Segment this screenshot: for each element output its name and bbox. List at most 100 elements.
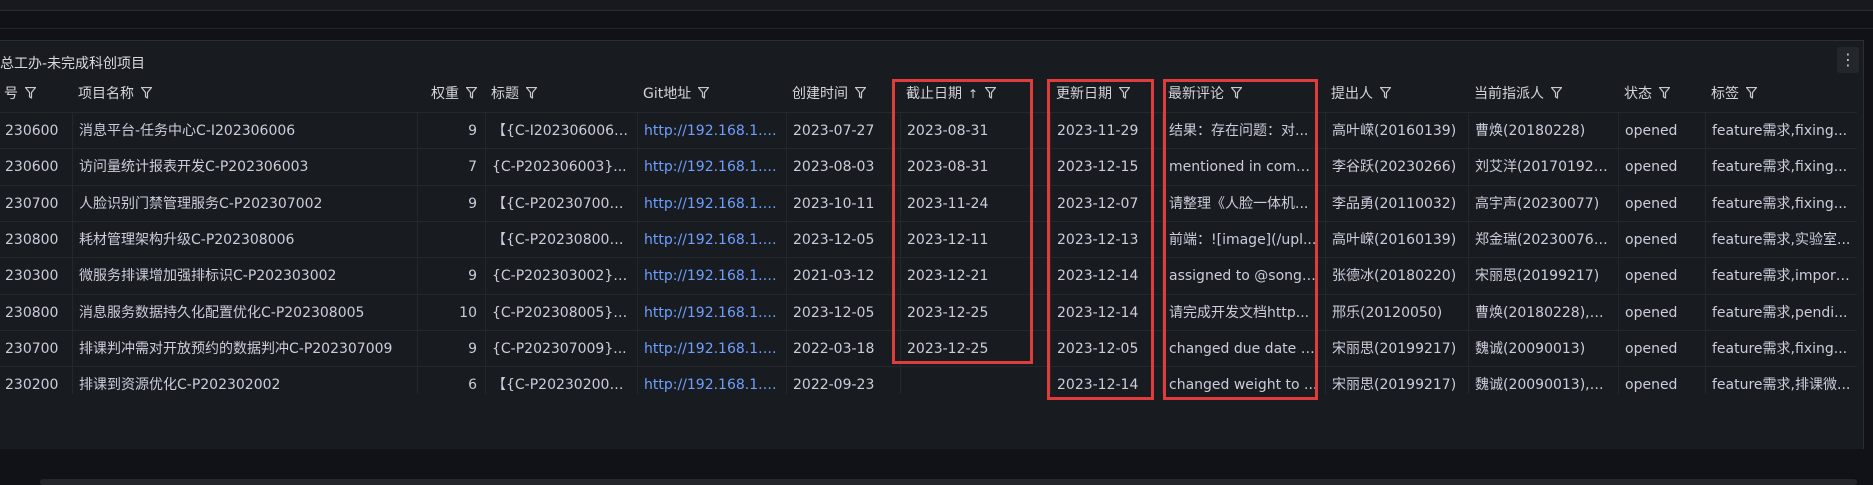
filter-icon[interactable]: [1659, 87, 1670, 99]
filter-icon[interactable]: [141, 87, 152, 99]
cell-created: 2022-09-23: [786, 367, 900, 394]
cell-due: 2023-12-25: [900, 330, 1050, 367]
divider: [0, 28, 1873, 29]
column-header-title[interactable]: 标题: [485, 76, 637, 112]
cell-due: 2023-08-31: [900, 149, 1050, 186]
table-panel: 总工办-未完成科创项目 ⋮ 号 项目名称 权重 标题 Git地址 创建时间 截止日期 ↑ 更新日…: [0, 40, 1864, 485]
cell-weight: 9: [417, 330, 483, 367]
cell-title: 【{C-P202302002...: [485, 367, 637, 394]
filter-icon[interactable]: [1380, 87, 1391, 99]
filter-icon[interactable]: [1231, 87, 1242, 99]
table-row[interactable]: 230300 微服务排课增加强排标识C-P202303002 9 {C-P202303…: [0, 257, 1857, 295]
cell-weight: 6: [417, 367, 483, 394]
cell-git[interactable]: http://192.168.1.13...: [637, 258, 786, 295]
cell-updated: 2023-12-05: [1050, 330, 1162, 367]
filter-icon[interactable]: [466, 87, 477, 99]
cell-proposer: 高叶嵘(20160139): [1325, 221, 1468, 258]
cell-git[interactable]: http://192.168.1.13...: [637, 113, 786, 149]
column-header-updated[interactable]: 更新日期: [1050, 76, 1162, 112]
cell-updated: 2023-11-29: [1050, 113, 1162, 149]
cell-updated: 2023-12-15: [1050, 149, 1162, 186]
cell-name: 排课到资源优化C-P202302002: [72, 367, 417, 394]
cell-assignee: 魏诚(20090013): [1468, 330, 1618, 367]
sort-ascending-icon[interactable]: ↑: [968, 87, 978, 101]
filter-icon[interactable]: [526, 87, 537, 99]
table-header: 号 项目名称 权重 标题 Git地址 创建时间 截止日期 ↑ 更新日期 最新评论 提出人 当前指派人 状…: [0, 76, 1857, 112]
cell-comment: changed due date t...: [1162, 330, 1325, 367]
cell-assignee: 郑金瑞(20230076)...: [1468, 221, 1618, 258]
table-row[interactable]: 230700 人脸识别门禁管理服务C-P202307002 9 【{C-P202307…: [0, 184, 1857, 222]
cell-weight: 9: [417, 113, 483, 149]
cell-status: opened: [1618, 330, 1705, 367]
column-header-weight[interactable]: 权重: [417, 76, 483, 112]
cell-assignee: 刘艾洋(20170192),...: [1468, 149, 1618, 186]
panel-menu-button[interactable]: ⋮: [1837, 47, 1859, 73]
cell-comment: mentioned in comm...: [1162, 149, 1325, 186]
cell-name: 耗材管理架构升级C-P202308006: [72, 221, 417, 258]
cell-title: {C-P202308005}8...: [485, 294, 637, 331]
cell-due: 2023-12-21: [900, 258, 1050, 295]
cell-git[interactable]: http://192.168.1.13...: [637, 330, 786, 367]
horizontal-scrollbar[interactable]: [40, 479, 1857, 485]
column-header-due[interactable]: 截止日期 ↑: [900, 76, 1050, 112]
data-table: 号 项目名称 权重 标题 Git地址 创建时间 截止日期 ↑ 更新日期 最新评论 提出人 当前指派人 状…: [0, 76, 1857, 394]
column-header-comment[interactable]: 最新评论: [1162, 76, 1325, 112]
cell-tags: feature需求,fixing...: [1705, 149, 1857, 186]
column-header-label: 状态: [1624, 86, 1652, 102]
cell-proposer: 李谷跃(20230266): [1325, 149, 1468, 186]
column-header-id[interactable]: 号: [0, 76, 70, 112]
cell-status: opened: [1618, 258, 1705, 295]
table-row[interactable]: 230200 排课到资源优化C-P202302002 6 【{C-P202302002…: [0, 366, 1857, 394]
cell-assignee: 高宇声(20230077): [1468, 185, 1618, 222]
cell-git[interactable]: http://192.168.1.13...: [637, 221, 786, 258]
table-row[interactable]: 230700 排课判冲需对开放预约的数据判冲C-P202307009 9 {C-P20…: [0, 329, 1857, 367]
cell-comment: 前端：![image](/upl...: [1162, 221, 1325, 258]
cell-updated: 2023-12-13: [1050, 221, 1162, 258]
cell-created: 2023-10-11: [786, 185, 900, 222]
column-header-git[interactable]: Git地址: [637, 76, 786, 112]
cell-tags: feature需求,排课微...: [1705, 367, 1857, 394]
column-header-label: Git地址: [643, 86, 692, 102]
cell-title: 【{C-P202308006...: [485, 221, 637, 258]
table-row[interactable]: 230800 耗材管理架构升级C-P202308006 【{C-P202308006…: [0, 220, 1857, 258]
cell-name: 排课判冲需对开放预约的数据判冲C-P202307009: [72, 330, 417, 367]
column-header-tags[interactable]: 标签: [1705, 76, 1857, 112]
column-header-assignee[interactable]: 当前指派人: [1468, 76, 1618, 112]
cell-proposer: 宋丽思(20199217): [1325, 330, 1468, 367]
column-header-status[interactable]: 状态: [1618, 76, 1705, 112]
table-row[interactable]: 230800 消息服务数据持久化配置优化C-P202308005 10 {C-P202…: [0, 293, 1857, 331]
filter-icon[interactable]: [1746, 87, 1757, 99]
cell-created: 2023-08-03: [786, 149, 900, 186]
cell-id: 230800: [0, 222, 70, 258]
cell-title: {C-P202303002}-...: [485, 258, 637, 295]
cell-git[interactable]: http://192.168.1.13...: [637, 149, 786, 186]
column-header-label: 创建时间: [792, 86, 848, 102]
cell-git[interactable]: http://192.168.1.13...: [637, 294, 786, 331]
column-header-created[interactable]: 创建时间: [786, 76, 900, 112]
column-header-proposer[interactable]: 提出人: [1325, 76, 1468, 112]
cell-git[interactable]: http://192.168.1.13...: [637, 185, 786, 222]
cell-weight: 9: [417, 258, 483, 295]
column-header-name[interactable]: 项目名称: [72, 76, 417, 112]
table-row[interactable]: 230600 访问量统计报表开发C-P202306003 7 {C-P20230600…: [0, 148, 1857, 186]
cell-id: 230700: [0, 186, 70, 222]
cell-weight: 10: [417, 294, 483, 331]
cell-id: 230800: [0, 295, 70, 331]
table-row[interactable]: 230600 消息平台-任务中心C-I202306006 9 【{C-I2023060…: [0, 112, 1857, 149]
cell-created: 2023-12-05: [786, 294, 900, 331]
cell-weight: [417, 221, 483, 258]
filter-icon[interactable]: [1119, 87, 1130, 99]
filter-icon[interactable]: [698, 87, 710, 99]
filter-icon[interactable]: [985, 87, 997, 99]
cell-comment: 结果：存在问题：对...: [1162, 113, 1325, 149]
cell-status: opened: [1618, 221, 1705, 258]
cell-name: 访问量统计报表开发C-P202306003: [72, 149, 417, 186]
cell-name: 人脸识别门禁管理服务C-P202307002: [72, 185, 417, 222]
cell-git[interactable]: http://192.168.1.13...: [637, 367, 786, 394]
cell-due: 2023-08-31: [900, 113, 1050, 149]
column-header-label: 项目名称: [78, 86, 134, 102]
filter-icon[interactable]: [855, 87, 866, 99]
filter-icon[interactable]: [25, 87, 36, 99]
cell-assignee: 宋丽思(20199217): [1468, 258, 1618, 295]
filter-icon[interactable]: [1551, 87, 1562, 99]
